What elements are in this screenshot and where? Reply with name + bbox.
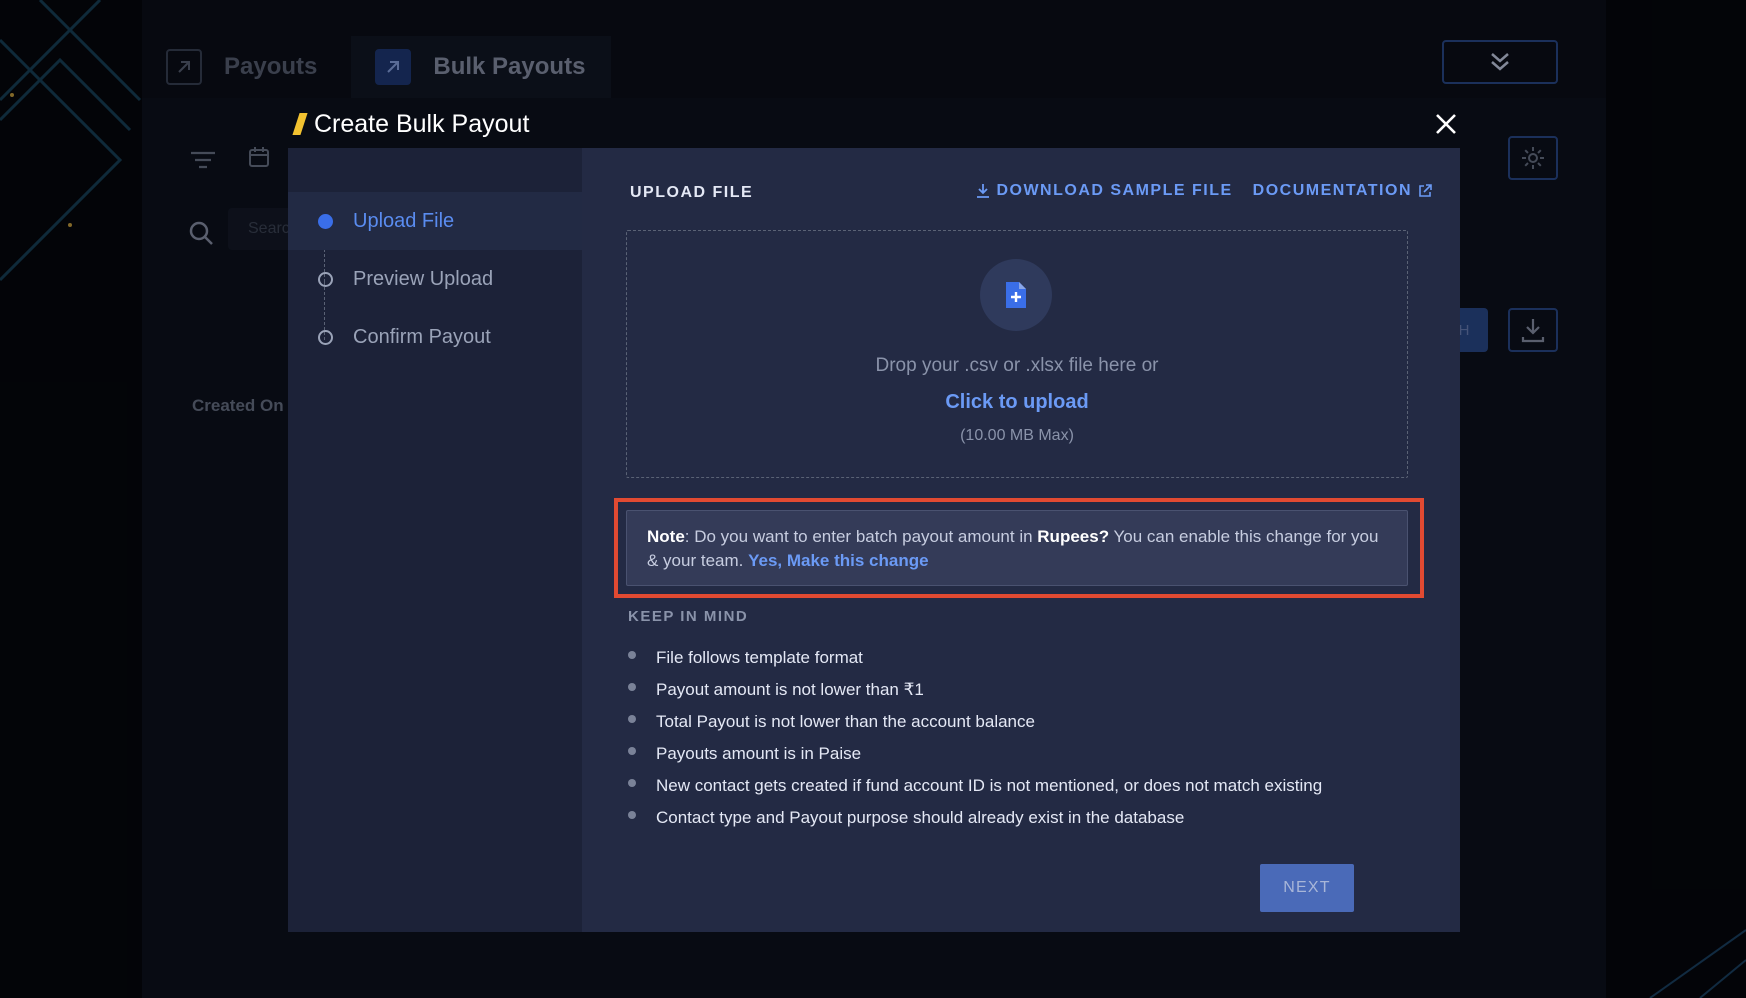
list-item-text: Total Payout is not lower than the accou… (656, 712, 1035, 731)
make-this-change-link[interactable]: Yes, Make this change (748, 551, 928, 570)
list-item-text: Payouts amount is in Paise (656, 744, 862, 763)
step-label: Preview Upload (353, 267, 494, 290)
create-bulk-payout-modal: Upload File Preview Upload Confirm Payou… (288, 148, 1460, 932)
list-item: Total Payout is not lower than the accou… (628, 706, 1322, 738)
list-item: New contact gets created if fund account… (628, 770, 1322, 802)
note-bold-word: Rupees? (1037, 527, 1110, 546)
bullet-icon (628, 651, 636, 659)
step-preview-upload[interactable]: Preview Upload (288, 250, 582, 308)
max-size-text: (10.00 MB Max) (960, 427, 1074, 444)
rupees-note: Note: Do you want to enter batch payout … (626, 510, 1408, 586)
keep-in-mind-heading: KEEP IN MIND (628, 608, 749, 625)
keep-in-mind-list: File follows template format Payout amou… (628, 642, 1322, 834)
bullet-icon (628, 683, 636, 691)
list-item-text: Payout amount is not lower than ₹1 (656, 680, 924, 699)
header-links: DOWNLOAD SAMPLE FILE DOCUMENTATION (976, 182, 1432, 200)
step-label: Confirm Payout (353, 325, 491, 348)
bullet-icon (628, 779, 636, 787)
list-item-text: File follows template format (656, 648, 863, 667)
list-item: Payout amount is not lower than ₹1 (628, 674, 1322, 706)
list-item-text: New contact gets created if fund account… (656, 776, 1323, 795)
stepper: Upload File Preview Upload Confirm Payou… (288, 148, 582, 932)
list-item: Payouts amount is in Paise (628, 738, 1322, 770)
download-sample-label: DOWNLOAD SAMPLE FILE (996, 182, 1233, 199)
step-upload-file[interactable]: Upload File (288, 192, 582, 250)
close-button[interactable] (1430, 108, 1462, 140)
step-dot-icon (318, 213, 333, 229)
step-confirm-payout[interactable]: Confirm Payout (288, 308, 582, 366)
file-add-icon (980, 259, 1052, 331)
step-label: Upload File (353, 209, 455, 232)
drop-instruction: Drop your .csv or .xlsx file here or (875, 355, 1159, 376)
click-to-upload-link[interactable]: Click to upload (627, 391, 1407, 414)
upload-content: UPLOAD FILE DOWNLOAD SAMPLE FILE DOCUMEN… (582, 148, 1460, 932)
close-icon (1436, 114, 1456, 134)
file-dropzone[interactable]: Drop your .csv or .xlsx file here or Cli… (626, 230, 1408, 478)
next-button[interactable]: NEXT (1260, 864, 1354, 912)
note-label: Note (647, 527, 685, 546)
bullet-icon (628, 811, 636, 819)
step-dot-icon (318, 271, 333, 287)
external-link-icon (1419, 184, 1432, 197)
documentation-label: DOCUMENTATION (1252, 182, 1412, 199)
download-sample-file-link[interactable]: DOWNLOAD SAMPLE FILE (976, 182, 1232, 200)
download-icon (977, 184, 990, 198)
bullet-icon (628, 715, 636, 723)
modal-title: Create Bulk Payout (314, 109, 530, 138)
documentation-link[interactable]: DOCUMENTATION (1253, 182, 1432, 200)
modal-header: Create Bulk Payout (292, 106, 530, 142)
list-item: File follows template format (628, 642, 1322, 674)
step-dot-icon (318, 329, 333, 345)
list-item: Contact type and Payout purpose should a… (628, 802, 1322, 834)
upload-file-heading: UPLOAD FILE (630, 184, 754, 201)
bullet-icon (628, 747, 636, 755)
list-item-text: Contact type and Payout purpose should a… (656, 808, 1185, 827)
note-text-before: : Do you want to enter batch payout amou… (684, 527, 1038, 546)
